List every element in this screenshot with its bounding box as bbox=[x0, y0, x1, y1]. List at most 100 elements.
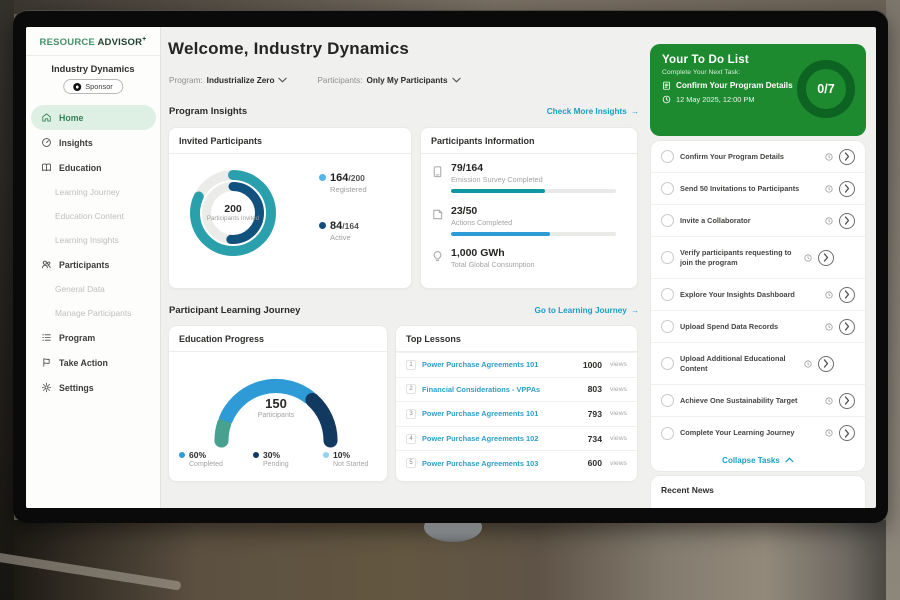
sidebar-item-education[interactable]: Education bbox=[26, 155, 161, 180]
task-row-upload-educational-content[interactable]: Upload Additional Educational Content bbox=[651, 343, 865, 385]
sidebar-item-participants[interactable]: Participants bbox=[26, 252, 161, 277]
sponsor-badge[interactable]: Sponsor bbox=[63, 79, 123, 94]
recent-news-heading: Recent News bbox=[661, 485, 855, 495]
task-open-button[interactable] bbox=[839, 213, 855, 229]
lesson-link[interactable]: Power Purchase Agreements 101 bbox=[422, 360, 577, 369]
check-more-insights-label: Check More Insights bbox=[547, 107, 627, 116]
task-open-button[interactable] bbox=[839, 425, 855, 441]
sidebar-item-program[interactable]: Program bbox=[26, 325, 161, 350]
active-total: /164 bbox=[342, 221, 359, 231]
program-select-label: Program: bbox=[169, 76, 203, 85]
invited-participants-donut-chart: 200 Participants Invited bbox=[181, 161, 285, 265]
task-open-button[interactable] bbox=[839, 393, 855, 409]
sidebar-item-home[interactable]: Home bbox=[31, 105, 156, 130]
task-open-button[interactable] bbox=[818, 250, 834, 266]
sidebar-item-label: Manage Participants bbox=[55, 308, 131, 318]
lesson-rank: 5 bbox=[406, 458, 416, 468]
lesson-row[interactable]: 1 Power Purchase Agreements 101 1000 vie… bbox=[396, 352, 637, 377]
gauge-center-label: 150 Participants bbox=[191, 396, 361, 419]
task-row-verify-participants[interactable]: Verify participants requesting to join t… bbox=[651, 237, 865, 279]
lesson-views-label: views bbox=[610, 361, 627, 368]
lesson-views-label: views bbox=[610, 460, 627, 467]
sidebar-divider bbox=[26, 55, 161, 56]
todo-next-task: Confirm Your Program Details bbox=[676, 81, 793, 90]
check-more-insights-link[interactable]: Check More Insights → bbox=[547, 107, 639, 116]
registered-label: Registered bbox=[330, 185, 409, 194]
lesson-link[interactable]: Power Purchase Agreements 101 bbox=[422, 409, 582, 418]
task-row-explore-insights[interactable]: Explore Your Insights Dashboard bbox=[651, 279, 865, 311]
lesson-row[interactable]: 4 Power Purchase Agreements 102 734 view… bbox=[396, 426, 637, 451]
sidebar-item-general-data[interactable]: General Data bbox=[26, 277, 161, 301]
survey-icon bbox=[431, 165, 444, 178]
program-select[interactable]: Program: Industrialize Zero bbox=[169, 76, 287, 85]
task-row-upload-spend-data[interactable]: Upload Spend Data Records bbox=[651, 311, 865, 343]
task-open-button[interactable] bbox=[839, 149, 855, 165]
lesson-row[interactable]: 3 Power Purchase Agreements 101 793 view… bbox=[396, 401, 637, 426]
task-checkbox[interactable] bbox=[661, 182, 674, 195]
task-checkbox[interactable] bbox=[661, 357, 674, 370]
task-row-complete-learning-journey[interactable]: Complete Your Learning Journey bbox=[651, 417, 865, 449]
sidebar-item-learning-journey[interactable]: Learning Journey bbox=[26, 180, 161, 204]
todo-due-date: 12 May 2025, 12:00 PM bbox=[676, 95, 754, 104]
sidebar-item-take-action[interactable]: Take Action bbox=[26, 350, 161, 375]
lesson-views-label: views bbox=[610, 386, 627, 393]
actions-completed-label: Actions Completed bbox=[451, 218, 616, 227]
participants-select-label: Participants: bbox=[317, 76, 362, 85]
task-checkbox[interactable] bbox=[661, 288, 674, 301]
task-open-button[interactable] bbox=[839, 287, 855, 303]
emission-survey-label: Emission Survey Completed bbox=[451, 175, 616, 184]
sidebar-item-settings[interactable]: Settings bbox=[26, 375, 161, 400]
completed-pct: 60% bbox=[189, 450, 206, 460]
participants-information-title: Participants Information bbox=[421, 128, 637, 154]
task-open-button[interactable] bbox=[839, 319, 855, 335]
lesson-row[interactable]: 2 Financial Considerations - VPPAs 803 v… bbox=[396, 377, 637, 402]
sidebar-item-insights[interactable]: Insights bbox=[26, 130, 161, 155]
lesson-rank: 4 bbox=[406, 434, 416, 444]
task-checkbox[interactable] bbox=[661, 251, 674, 264]
learning-journey-heading: Participant Learning Journey bbox=[169, 305, 300, 316]
task-checkbox[interactable] bbox=[661, 150, 674, 163]
sidebar-item-label: General Data bbox=[55, 284, 105, 294]
task-open-button[interactable] bbox=[839, 181, 855, 197]
sidebar-item-manage-participants[interactable]: Manage Participants bbox=[26, 301, 161, 325]
lesson-rank: 2 bbox=[406, 384, 416, 394]
lesson-link[interactable]: Power Purchase Agreements 102 bbox=[422, 434, 582, 443]
task-checkbox[interactable] bbox=[661, 394, 674, 407]
sidebar-item-education-content[interactable]: Education Content bbox=[26, 204, 161, 228]
registered-total: /200 bbox=[348, 173, 365, 183]
task-checkbox[interactable] bbox=[661, 427, 674, 440]
task-open-button[interactable] bbox=[818, 356, 834, 372]
lesson-link[interactable]: Financial Considerations - VPPAs bbox=[422, 385, 582, 394]
lesson-views: 600 bbox=[588, 458, 602, 468]
sidebar-item-label: Settings bbox=[59, 383, 94, 393]
active-label: Active bbox=[330, 233, 409, 242]
go-to-learning-journey-link[interactable]: Go to Learning Journey → bbox=[534, 306, 639, 315]
education-icon bbox=[41, 162, 52, 173]
donut-center-label: 200 Participants Invited bbox=[181, 161, 285, 265]
sidebar-item-label: Participants bbox=[59, 260, 109, 270]
task-label: Upload Additional Educational Content bbox=[680, 354, 798, 373]
lesson-views: 793 bbox=[588, 409, 602, 419]
page-title: Welcome, Industry Dynamics bbox=[168, 39, 409, 59]
task-row-send-invitations[interactable]: Send 50 Invitations to Participants bbox=[651, 173, 865, 205]
clock-icon bbox=[804, 360, 812, 368]
arrow-right-icon: → bbox=[631, 306, 639, 315]
gauge-participants-label: Participants bbox=[191, 412, 361, 419]
lesson-rank: 3 bbox=[406, 409, 416, 419]
lesson-row[interactable]: 5 Power Purchase Agreements 103 600 view… bbox=[396, 450, 637, 475]
task-row-achieve-sustainability-target[interactable]: Achieve One Sustainability Target bbox=[651, 385, 865, 417]
task-checkbox[interactable] bbox=[661, 214, 674, 227]
stat-global-consumption: 1,000 GWh Total Global Consumption bbox=[431, 247, 629, 269]
task-row-invite-collaborator[interactable]: Invite a Collaborator bbox=[651, 205, 865, 237]
legend-dot-active bbox=[319, 222, 326, 229]
task-row-confirm-program-details[interactable]: Confirm Your Program Details bbox=[651, 141, 865, 173]
emission-survey-progressbar bbox=[451, 189, 616, 193]
task-checkbox[interactable] bbox=[661, 320, 674, 333]
sidebar-item-label: Take Action bbox=[59, 358, 108, 368]
collapse-tasks-link[interactable]: Collapse Tasks bbox=[651, 449, 865, 471]
participants-select[interactable]: Participants: Only My Participants bbox=[317, 76, 460, 85]
lesson-link[interactable]: Power Purchase Agreements 103 bbox=[422, 459, 582, 468]
sidebar-item-learning-insights[interactable]: Learning Insights bbox=[26, 228, 161, 252]
clock-icon bbox=[825, 323, 833, 331]
clipboard-icon bbox=[662, 81, 671, 90]
